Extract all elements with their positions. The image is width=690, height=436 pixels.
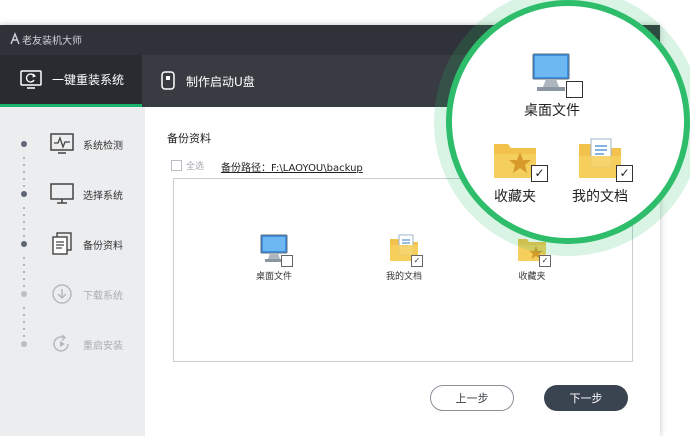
step-label: 选择系统 bbox=[83, 191, 123, 202]
step-restart-install: 重启安装 bbox=[0, 330, 145, 358]
step-label: 备份资料 bbox=[83, 241, 123, 252]
step-dot bbox=[21, 141, 27, 147]
file-label: 我的文档 bbox=[572, 189, 628, 205]
restart-icon bbox=[49, 330, 75, 358]
file-checkbox[interactable] bbox=[281, 255, 293, 267]
select-all-label: 全选 bbox=[186, 162, 205, 172]
file-item-my-documents[interactable]: ✓ 我的文档 bbox=[364, 231, 444, 282]
tab-label: 一键重装系统 bbox=[52, 73, 125, 87]
file-checkbox[interactable]: ✓ bbox=[531, 165, 548, 182]
file-item-desktop[interactable]: 桌面文件 bbox=[234, 231, 314, 282]
step-dot bbox=[21, 191, 27, 197]
mag-item-favorites: ✓ 收藏夹 bbox=[490, 134, 548, 206]
app-logo-icon bbox=[10, 32, 20, 45]
favorites-folder-icon: ✓ bbox=[490, 134, 548, 182]
file-checkbox[interactable]: ✓ bbox=[616, 165, 633, 182]
tab-label: 制作启动U盘 bbox=[186, 74, 255, 89]
step-label: 系统检测 bbox=[83, 141, 123, 152]
file-label: 收藏夹 bbox=[494, 189, 536, 205]
file-checkbox[interactable]: ✓ bbox=[539, 255, 551, 267]
next-step-button[interactable]: 下一步 bbox=[544, 385, 628, 411]
file-checkbox[interactable] bbox=[566, 81, 583, 98]
step-system-check: 系统检测 bbox=[0, 130, 145, 158]
magnifier-callout: 桌面文件 ✓ 收藏夹 ✓ 我的文档 bbox=[446, 0, 690, 244]
mag-item-desktop: 桌面文件 bbox=[524, 50, 583, 120]
file-label: 我的文档 bbox=[385, 272, 422, 282]
documents-icon bbox=[49, 230, 75, 258]
file-label: 收藏夹 bbox=[518, 272, 546, 282]
checkbox-box[interactable] bbox=[171, 160, 182, 171]
desktop-computer-icon bbox=[527, 50, 583, 98]
tab-make-usb[interactable]: 制作启动U盘 bbox=[160, 55, 320, 107]
section-title: 备份资料 bbox=[167, 132, 211, 145]
step-dot bbox=[21, 241, 27, 247]
documents-folder-icon: ✓ bbox=[575, 134, 633, 182]
step-select-system: 选择系统 bbox=[0, 180, 145, 208]
app-title: 老友装机大师 bbox=[22, 36, 82, 47]
documents-folder-icon: ✓ bbox=[387, 231, 423, 267]
file-label: 桌面文件 bbox=[255, 272, 292, 282]
tab-one-click-reinstall[interactable]: 一键重装系统 bbox=[0, 55, 142, 107]
previous-step-button[interactable]: 上一步 bbox=[430, 385, 514, 411]
backup-path-link[interactable]: 备份路径：F:\LAOYOU\backup bbox=[221, 159, 363, 174]
step-label: 下载系统 bbox=[83, 291, 123, 302]
select-all-checkbox[interactable]: 全选 bbox=[171, 159, 204, 172]
step-dot bbox=[21, 341, 27, 347]
refresh-monitor-icon bbox=[20, 69, 42, 90]
step-dot bbox=[21, 291, 27, 297]
file-label: 桌面文件 bbox=[524, 103, 580, 119]
download-circle-icon bbox=[49, 280, 75, 308]
pulse-monitor-icon bbox=[49, 130, 75, 158]
file-checkbox[interactable]: ✓ bbox=[411, 255, 423, 267]
step-backup-data: 备份资料 bbox=[0, 230, 145, 258]
usb-drive-icon bbox=[160, 71, 176, 91]
mag-item-my-documents: ✓ 我的文档 bbox=[572, 134, 633, 206]
monitor-icon bbox=[49, 180, 75, 208]
step-label: 重启安装 bbox=[83, 341, 123, 352]
step-sidebar: 系统检测 选择系统 备份资料 下载系统 重启安装 bbox=[0, 107, 145, 436]
step-download-system: 下载系统 bbox=[0, 280, 145, 308]
desktop-computer-icon bbox=[257, 231, 293, 267]
